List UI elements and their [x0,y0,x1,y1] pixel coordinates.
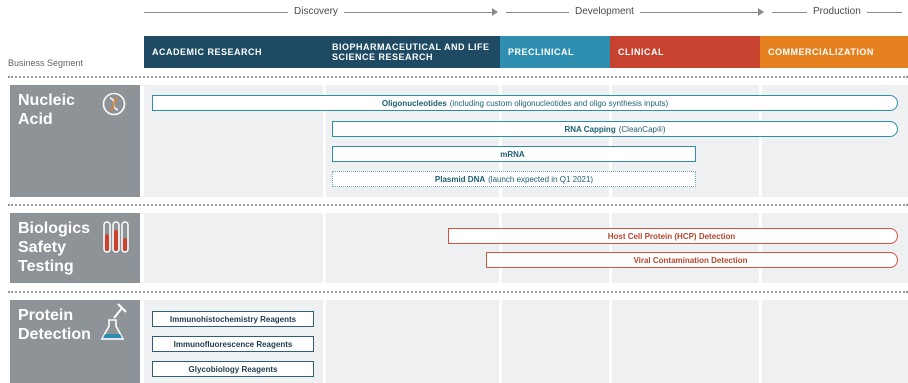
product-ihc-reagents: Immunohistochemistry Reagents [152,311,314,327]
stage-clinical: CLINICAL [610,36,760,68]
product-mrna: mRNA [332,146,696,162]
segment-protein-label: Protein Detection [18,307,91,343]
product-detail: (launch expected in Q1 2021) [488,174,594,184]
phase-discovery: Discovery [288,6,344,18]
product-name: RNA Capping [564,124,616,134]
phase-production: Production [807,6,867,18]
product-name: Viral Contamination Detection [633,255,748,265]
product-name: Oligonucleotides [381,98,447,108]
stage-commercialization: COMMERCIALIZATION [760,36,908,68]
product-glycobiology-reagents: Glycobiology Reagents [152,361,314,377]
segment-biologics-label: Biologics Safety Testing [18,220,91,275]
product-hcp-detection: Host Cell Protein (HCP) Detection [448,228,898,244]
business-segment-label: Business Segment [8,58,84,68]
divider [8,76,908,78]
phase-development: Development [569,6,640,18]
product-plasmid-dna: Plasmid DNA (launch expected in Q1 2021) [332,171,696,187]
product-oligonucleotides: Oligonucleotides (including custom oligo… [152,95,898,111]
stage-biopharma-research: BIOPHARMACEUTICAL AND LIFE SCIENCE RESEA… [324,36,500,68]
product-name: mRNA [500,149,525,159]
stage-preclinical: PRECLINICAL [500,36,610,68]
divider [8,204,908,206]
biologics-band [144,213,908,283]
segment-nucleic-acid-label: Nucleic Acid [18,92,75,128]
divider [8,291,908,293]
product-rna-capping: RNA Capping (CleanCap®) [332,121,898,137]
discovery-arrow [492,8,498,16]
product-name: Host Cell Protein (HCP) Detection [607,231,736,241]
stage-academic-research: ACADEMIC RESEARCH [144,36,324,68]
flask-dropper-icon [100,302,132,342]
product-detail: (including custom oligonucleotides and o… [449,98,669,108]
column-separator [323,85,326,383]
product-viral-contamination: Viral Contamination Detection [486,252,898,268]
product-detail: (CleanCap®) [618,124,666,134]
product-name: Plasmid DNA [434,174,486,184]
test-tubes-icon [102,220,130,256]
product-if-reagents: Immunofluorescence Reagents [152,336,314,352]
dna-icon [102,92,126,116]
development-arrow [758,8,764,16]
